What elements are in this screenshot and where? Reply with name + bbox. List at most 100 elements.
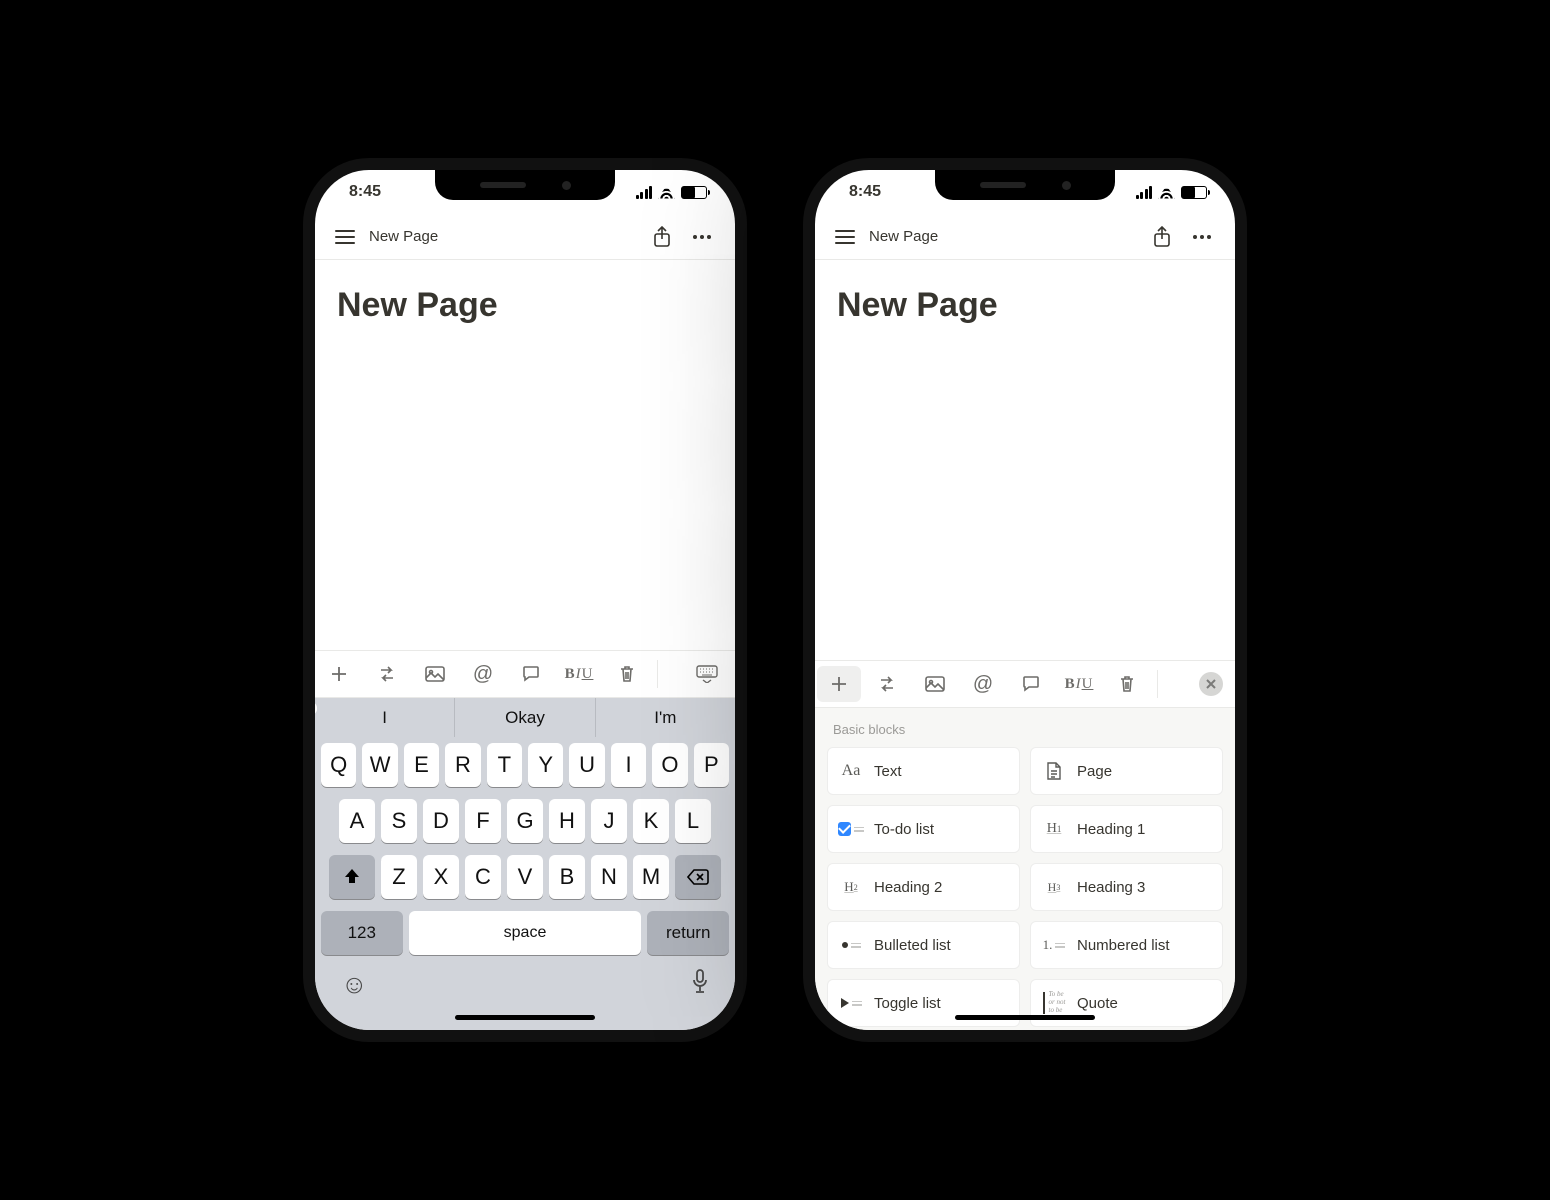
close-picker-button[interactable] (1199, 672, 1223, 696)
cellular-signal-icon (636, 186, 653, 199)
block-picker-panel: Basic blocks Aa Text Page To-do list (815, 708, 1235, 1030)
key-shift[interactable] (329, 855, 375, 899)
h2-icon: H2 (838, 874, 864, 900)
key-j[interactable]: J (591, 799, 627, 843)
key-t[interactable]: T (487, 743, 522, 787)
suggestion-2[interactable]: Okay (455, 698, 595, 737)
key-r[interactable]: R (445, 743, 480, 787)
toggle-icon (838, 990, 864, 1016)
block-option-numbered[interactable]: 1. Numbered list (1030, 921, 1223, 969)
key-d[interactable]: D (423, 799, 459, 843)
add-block-button[interactable] (817, 666, 861, 702)
comment-button[interactable] (509, 656, 553, 692)
key-h[interactable]: H (549, 799, 585, 843)
key-v[interactable]: V (507, 855, 543, 899)
key-z[interactable]: Z (381, 855, 417, 899)
menu-button[interactable] (835, 230, 855, 244)
key-q[interactable]: Q (321, 743, 356, 787)
bullet-icon (838, 932, 864, 958)
status-time: 8:45 (349, 183, 381, 201)
menu-button[interactable] (335, 230, 355, 244)
page-title[interactable]: New Page (837, 286, 1213, 325)
mention-button[interactable]: @ (461, 656, 505, 692)
editor-toolbar: @ BIU (815, 660, 1235, 708)
key-i[interactable]: I (611, 743, 646, 787)
editor-toolbar: @ BIU (315, 650, 735, 698)
comment-button[interactable] (1009, 666, 1053, 702)
more-button[interactable] (689, 224, 715, 250)
text-style-button[interactable]: BIU (1057, 666, 1101, 702)
key-numbers[interactable]: 123 (321, 911, 403, 955)
key-l[interactable]: L (675, 799, 711, 843)
wifi-icon (658, 186, 675, 199)
key-a[interactable]: A (339, 799, 375, 843)
delete-button[interactable] (605, 656, 649, 692)
numbered-icon: 1. (1041, 932, 1067, 958)
phone-right-mockup: 8:45 New Page New Page (815, 170, 1235, 1030)
key-y[interactable]: Y (528, 743, 563, 787)
key-f[interactable]: F (465, 799, 501, 843)
key-p[interactable]: P (694, 743, 729, 787)
device-notch (935, 170, 1115, 200)
more-button[interactable] (1189, 224, 1215, 250)
key-backspace[interactable] (675, 855, 721, 899)
quote-icon: To beor notto be (1041, 990, 1067, 1016)
block-option-page[interactable]: Page (1030, 747, 1223, 795)
dictation-button[interactable] (691, 969, 709, 1000)
share-button[interactable] (649, 224, 675, 250)
page-title[interactable]: New Page (337, 286, 713, 325)
wifi-icon (1158, 186, 1175, 199)
device-notch (435, 170, 615, 200)
home-indicator[interactable] (455, 1015, 595, 1020)
suggestion-1[interactable]: I (315, 698, 455, 737)
page-content[interactable]: New Page (815, 260, 1235, 351)
block-option-h3[interactable]: H3 Heading 3 (1030, 863, 1223, 911)
key-k[interactable]: K (633, 799, 669, 843)
key-g[interactable]: G (507, 799, 543, 843)
block-option-h1[interactable]: H1 Heading 1 (1030, 805, 1223, 853)
breadcrumb[interactable]: New Page (369, 228, 438, 245)
page-icon (1041, 758, 1067, 784)
add-block-button[interactable] (317, 656, 361, 692)
key-e[interactable]: E (404, 743, 439, 787)
breadcrumb[interactable]: New Page (869, 228, 938, 245)
turn-into-button[interactable] (865, 666, 909, 702)
cellular-signal-icon (1136, 186, 1153, 199)
dismiss-keyboard-button[interactable] (685, 656, 729, 692)
keyboard-suggestions: I Okay I'm (315, 698, 735, 737)
block-option-todo[interactable]: To-do list (827, 805, 1020, 853)
block-option-h2[interactable]: H2 Heading 2 (827, 863, 1020, 911)
h3-icon: H3 (1041, 874, 1067, 900)
home-indicator[interactable] (955, 1015, 1095, 1020)
key-o[interactable]: O (652, 743, 687, 787)
block-option-text[interactable]: Aa Text (827, 747, 1020, 795)
key-c[interactable]: C (465, 855, 501, 899)
add-image-button[interactable] (913, 666, 957, 702)
key-space[interactable]: space (409, 911, 642, 955)
app-header: New Page (315, 214, 735, 260)
phone-left-mockup: 8:45 New Page New Page (315, 170, 735, 1030)
emoji-button[interactable]: ☺ (341, 969, 368, 1000)
share-button[interactable] (1149, 224, 1175, 250)
suggestion-3[interactable]: I'm (596, 698, 735, 737)
battery-icon (1181, 186, 1207, 199)
mention-button[interactable]: @ (961, 666, 1005, 702)
key-w[interactable]: W (362, 743, 397, 787)
block-option-bulleted[interactable]: Bulleted list (827, 921, 1020, 969)
ios-keyboard: I Okay I'm Q W E R T Y U I O P A S D F (315, 698, 735, 1030)
key-u[interactable]: U (569, 743, 604, 787)
battery-icon (681, 186, 707, 199)
turn-into-button[interactable] (365, 656, 409, 692)
add-image-button[interactable] (413, 656, 457, 692)
key-x[interactable]: X (423, 855, 459, 899)
text-style-button[interactable]: BIU (557, 656, 601, 692)
key-m[interactable]: M (633, 855, 669, 899)
page-content[interactable]: New Page (315, 260, 735, 351)
text-icon: Aa (838, 758, 864, 784)
delete-button[interactable] (1105, 666, 1149, 702)
key-s[interactable]: S (381, 799, 417, 843)
key-n[interactable]: N (591, 855, 627, 899)
key-b[interactable]: B (549, 855, 585, 899)
key-return[interactable]: return (647, 911, 729, 955)
status-time: 8:45 (849, 183, 881, 201)
